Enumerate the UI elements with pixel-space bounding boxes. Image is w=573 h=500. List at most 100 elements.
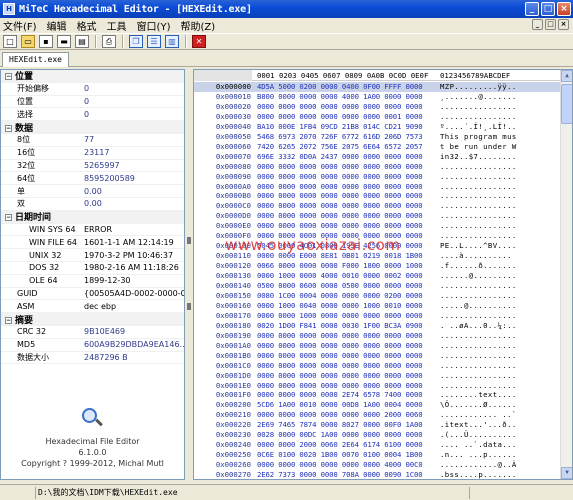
close-button[interactable]: × (557, 2, 571, 16)
hex-ascii[interactable]: ................ (440, 211, 558, 221)
hex-view[interactable]: 0001 0203 0405 0607 0809 0A0B 0C0D 0E0F … (193, 69, 573, 480)
hex-ascii[interactable]: ................ (440, 201, 558, 211)
hex-row[interactable]: 0x0001C0 0000 0000 0000 0000 0000 0000 00… (194, 361, 560, 371)
hex-row[interactable]: 0x0001B0 0000 0000 0000 0000 0000 0000 00… (194, 351, 560, 361)
hex-bytes[interactable]: 0000 0000 0000 0000 0000 0000 0000 0000 (257, 371, 432, 381)
splitter-grip-top[interactable] (187, 237, 191, 244)
property-row[interactable]: MD5 600A9B29DBDA9EA146... (1, 339, 184, 352)
mdi-close-button[interactable]: × (558, 19, 569, 30)
property-row[interactable]: OLE 64 1899-12-30 (1, 275, 184, 288)
minimize-button[interactable]: _ (525, 2, 539, 16)
hex-bytes[interactable]: 0000 0000 0000 0000 0000 0000 0000 0000 (257, 331, 432, 341)
hex-ascii[interactable]: ............ ..` (440, 410, 558, 420)
hex-row[interactable]: 0x0000D0 0000 0000 0000 0000 0000 0000 00… (194, 211, 560, 221)
hex-bytes[interactable]: 0000 0000 E000 8E81 0B01 0219 0018 1B00 (257, 251, 432, 261)
hex-ascii[interactable]: ................ (440, 102, 558, 112)
hex-bytes[interactable]: 0000 0000 0000 0000 2E74 6578 7400 0000 (257, 390, 432, 400)
hex-ascii[interactable]: ................ (440, 231, 558, 241)
hex-bytes[interactable]: 7420 6265 2072 756E 2075 6E64 6572 2057 (257, 142, 432, 152)
property-row[interactable]: CRC 32 9B10E469 (1, 326, 184, 339)
hex-row[interactable]: 0x0001A0 0000 0000 0000 0000 0000 0000 00… (194, 341, 560, 351)
hex-ascii[interactable]: .....@.......... (440, 301, 558, 311)
mdi-minimize-button[interactable]: _ (532, 19, 543, 30)
vertical-scrollbar[interactable]: ▲ ▼ (560, 70, 572, 479)
menu-edit[interactable]: 编辑 (47, 18, 67, 33)
scroll-thumb[interactable] (561, 84, 572, 124)
property-row[interactable]: 64位 8595200589 (1, 172, 184, 186)
hex-bytes[interactable]: 0000 0000 1000 0000 0000 0000 0000 0000 (257, 311, 432, 321)
hex-bytes[interactable]: 0066 0000 0000 0000 F000 1800 0000 1000 (257, 261, 432, 271)
hex-row[interactable]: 0x000200 5CD6 1A00 0010 0000 00D8 1A00 00… (194, 400, 560, 410)
hex-row[interactable]: 0x000260 0000 0000 0000 0000 0000 0000 40… (194, 460, 560, 470)
hex-bytes[interactable]: 0020 1D00 F841 0000 0030 1F00 BC3A 0900 (257, 321, 432, 331)
hex-row[interactable]: 0x000220 2E69 7465 7874 0000 8027 0000 00… (194, 420, 560, 430)
hex-bytes[interactable]: 0000 0000 0000 0000 0000 0000 0000 0000 (257, 182, 432, 192)
hex-ascii[interactable]: ................ (440, 381, 558, 391)
hex-ascii[interactable]: ............@..À (440, 460, 558, 470)
property-row[interactable]: WIN SYS 64 ERROR (1, 224, 184, 237)
hex-bytes[interactable]: 0C6E 0100 0020 1B00 0070 0100 0004 1B00 (257, 450, 432, 460)
property-row[interactable]: DOS 32 1980-2-16 AM 11:18:26 (1, 262, 184, 275)
hex-bytes[interactable]: 0500 0000 0600 0000 0500 0000 0000 0000 (257, 281, 432, 291)
hex-bytes[interactable]: 0000 0000 0000 0000 0000 0000 4000 00C0 (257, 460, 432, 470)
hex-ascii[interactable]: ................ (440, 311, 558, 321)
save-icon[interactable]: ▪ (39, 35, 53, 48)
hex-row[interactable]: 0x000230 0028 0000 00DC 1A00 0000 0000 00… (194, 430, 560, 440)
tile-horizontal-icon[interactable]: ☰ (147, 35, 161, 48)
tile-vertical-icon[interactable]: ▥ (165, 35, 179, 48)
menu-window[interactable]: 窗口(Y) (137, 18, 171, 33)
hex-row[interactable]: 0x000100 5045 0000 4C01 0800 195E 4256 00… (194, 241, 560, 251)
hex-bytes[interactable]: 0000 0000 0000 0000 0000 0000 0000 0000 (257, 341, 432, 351)
property-section[interactable]: − 位置 (1, 70, 184, 83)
property-row[interactable]: 单 0.00 (1, 185, 184, 198)
hex-ascii[interactable]: ................ (440, 172, 558, 182)
hex-row[interactable]: 0x000080 0000 0000 0000 0000 0000 0000 00… (194, 162, 560, 172)
hex-ascii[interactable]: in32..$7........ (440, 152, 558, 162)
hex-ascii[interactable]: ................ (440, 112, 558, 122)
tab-hexedit[interactable]: HEXEdit.exe (2, 52, 69, 67)
hex-row[interactable]: 0x000110 0000 0000 E000 8E81 0B01 0219 00… (194, 251, 560, 261)
open-folder-icon[interactable]: ▭ (21, 35, 35, 48)
hex-row[interactable]: 0x000190 0000 0000 0000 0000 0000 0000 00… (194, 331, 560, 341)
close-file-icon[interactable]: ✕ (192, 35, 206, 48)
hex-ascii[interactable]: ................ (440, 182, 558, 192)
hex-ascii[interactable]: .... ..`.data... (440, 440, 558, 450)
hex-ascii[interactable]: .itext...'...ð.. (440, 420, 558, 430)
hex-row[interactable]: 0x0000B0 0000 0000 0000 0000 0000 0000 00… (194, 191, 560, 201)
hex-row[interactable]: 0x000120 0066 0000 0000 0000 F000 1800 00… (194, 261, 560, 271)
property-section[interactable]: − 日期时间 (1, 210, 184, 224)
property-row[interactable]: 开始偏移 0 (1, 83, 184, 96)
hex-row[interactable]: 0x000140 0500 0000 0600 0000 0500 0000 00… (194, 281, 560, 291)
hex-ascii[interactable]: ................ (440, 291, 558, 301)
property-section[interactable]: − 数据 (1, 121, 184, 134)
collapse-icon[interactable]: − (5, 73, 12, 81)
hex-row[interactable]: 0x0001E0 0000 0000 0000 0000 0000 0000 00… (194, 381, 560, 391)
hex-bytes[interactable]: 0000 0000 0000 0000 0000 0000 0000 0000 (257, 211, 432, 221)
hex-ascii[interactable]: .n... ...p...... (440, 450, 558, 460)
hex-row[interactable]: 0x000060 7420 6265 2072 756E 2075 6E64 65… (194, 142, 560, 152)
hex-bytes[interactable]: B800 0000 0000 0000 4000 1A00 0000 0000 (257, 92, 432, 102)
panel-splitter[interactable] (186, 69, 192, 480)
hex-ascii[interactable]: ................ (440, 361, 558, 371)
hex-row[interactable]: 0x000270 2E62 7373 0000 0000 708A 0000 00… (194, 470, 560, 479)
property-row[interactable]: 选择 0 (1, 108, 184, 122)
hex-row[interactable]: 0x000130 0000 1000 0000 4000 0010 0000 00… (194, 271, 560, 281)
hex-row[interactable]: 0x000020 0000 0000 0000 0000 0000 0000 00… (194, 102, 560, 112)
hex-bytes[interactable]: 0028 0000 00DC 1A00 0000 0000 0000 0000 (257, 430, 432, 440)
hex-ascii[interactable]: \Ö.......Ø...... (440, 400, 558, 410)
print-icon[interactable]: ⎙ (102, 35, 116, 48)
hex-row[interactable]: 0x000160 0000 1000 0040 0000 0000 1000 00… (194, 301, 560, 311)
hex-bytes[interactable]: 0000 0000 0000 0000 0000 0000 0000 0000 (257, 102, 432, 112)
hex-row[interactable]: 0x0000F0 0000 0000 0000 0000 0000 0000 00… (194, 231, 560, 241)
hex-bytes[interactable]: 0080 1C00 0004 0000 0000 0000 0200 0000 (257, 291, 432, 301)
menu-format[interactable]: 格式 (77, 18, 97, 33)
hex-ascii[interactable]: ........text.... (440, 390, 558, 400)
memory-icon[interactable]: ▤ (75, 35, 89, 48)
hex-bytes[interactable]: 0000 0000 0000 0000 0000 0000 0000 0000 (257, 172, 432, 182)
hex-ascii[interactable]: ................ (440, 191, 558, 201)
hex-bytes[interactable]: 2E62 7373 0000 0000 708A 0000 0090 1C00 (257, 470, 432, 479)
hex-ascii[interactable]: ....à.......... (440, 251, 558, 261)
hex-ascii[interactable]: ................ (440, 331, 558, 341)
hex-bytes[interactable]: 696E 3332 0D0A 2437 0000 0000 0000 0000 (257, 152, 432, 162)
hex-ascii[interactable]: ................ (440, 221, 558, 231)
